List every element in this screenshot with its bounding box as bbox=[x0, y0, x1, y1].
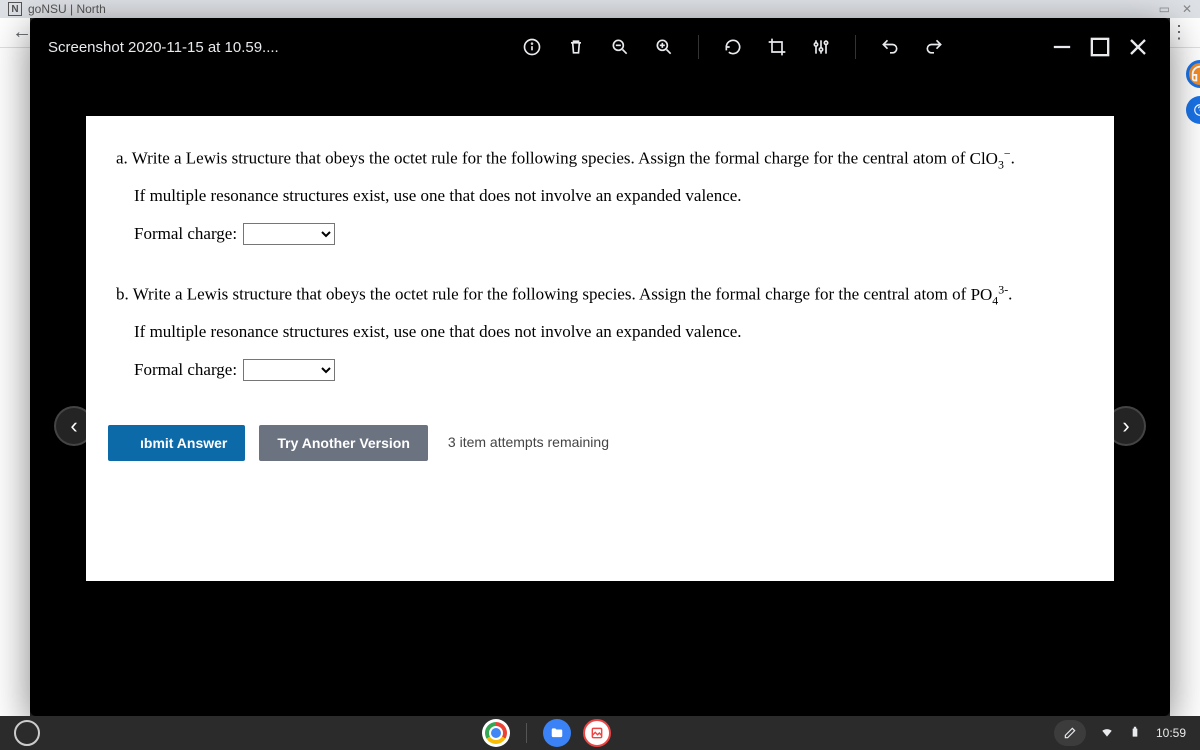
question-a-label: a. bbox=[116, 149, 128, 168]
delete-button[interactable] bbox=[558, 29, 594, 65]
files-app-icon[interactable] bbox=[543, 719, 571, 747]
question-b-line2: If multiple resonance structures exist, … bbox=[134, 316, 1084, 348]
action-buttons: ıbmit Answer Try Another Version 3 item … bbox=[136, 425, 1084, 461]
clock[interactable]: 10:59 bbox=[1156, 726, 1186, 740]
browser-tab-bar: N goNSU | North ▭ ✕ bbox=[0, 0, 1200, 18]
image-viewer: Screenshot 2020-11-15 at 10.59.... bbox=[30, 18, 1170, 716]
question-a-line2: If multiple resonance structures exist, … bbox=[134, 180, 1084, 212]
chrome-app-icon[interactable] bbox=[482, 719, 510, 747]
formula-po4: PO43- bbox=[971, 285, 1009, 304]
try-another-button[interactable]: Try Another Version bbox=[259, 425, 428, 461]
attempts-remaining: 3 item attempts remaining bbox=[448, 429, 609, 456]
adjust-button[interactable] bbox=[803, 29, 839, 65]
battery-icon[interactable] bbox=[1128, 725, 1142, 742]
formal-charge-select-b[interactable] bbox=[243, 359, 335, 381]
redo-button[interactable] bbox=[916, 29, 952, 65]
viewer-toolbar: Screenshot 2020-11-15 at 10.59.... bbox=[30, 18, 1170, 76]
tab-favicon: N bbox=[8, 2, 22, 16]
crop-button[interactable] bbox=[759, 29, 795, 65]
maximize-button[interactable] bbox=[1086, 33, 1114, 61]
screenshot-content: a. Write a Lewis structure that obeys th… bbox=[86, 116, 1114, 581]
launcher-button[interactable] bbox=[14, 720, 40, 746]
question-b-text: Write a Lewis structure that obeys the o… bbox=[129, 285, 971, 304]
back-button[interactable]: ← bbox=[12, 21, 32, 44]
viewer-body: ‹ › a. Write a Lewis structure that obey… bbox=[30, 76, 1170, 716]
viewer-filename: Screenshot 2020-11-15 at 10.59.... bbox=[48, 39, 279, 56]
undo-button[interactable] bbox=[872, 29, 908, 65]
tab-title[interactable]: goNSU | North bbox=[28, 2, 106, 16]
question-a: a. Write a Lewis structure that obeys th… bbox=[116, 142, 1084, 250]
chromeos-shelf: 10:59 bbox=[0, 716, 1200, 750]
zoom-out-button[interactable] bbox=[602, 29, 638, 65]
info-button[interactable] bbox=[514, 29, 550, 65]
minimize-button[interactable] bbox=[1048, 33, 1076, 61]
headset-badge[interactable] bbox=[1186, 60, 1200, 88]
formula-clo3: ClO3− bbox=[970, 149, 1011, 168]
window-restore-icon[interactable]: ▭ bbox=[1159, 2, 1170, 16]
wifi-icon[interactable] bbox=[1100, 725, 1114, 742]
close-button[interactable] bbox=[1124, 33, 1152, 61]
question-a-text: Write a Lewis structure that obeys the o… bbox=[128, 149, 970, 168]
gallery-app-icon[interactable] bbox=[583, 719, 611, 747]
browser-menu-button[interactable]: ⋮ bbox=[1170, 22, 1188, 43]
formal-charge-label-a: Formal charge: bbox=[134, 218, 237, 250]
zoom-in-button[interactable] bbox=[646, 29, 682, 65]
question-b-label: b. bbox=[116, 285, 129, 304]
browser-window-controls: ▭ ✕ bbox=[1159, 2, 1192, 16]
window-close-icon[interactable]: ✕ bbox=[1182, 2, 1192, 16]
help-badge[interactable] bbox=[1186, 96, 1200, 124]
stylus-button[interactable] bbox=[1054, 720, 1086, 746]
formal-charge-select-a[interactable] bbox=[243, 223, 335, 245]
question-b: b. Write a Lewis structure that obeys th… bbox=[116, 278, 1084, 386]
rotate-button[interactable] bbox=[715, 29, 751, 65]
formal-charge-label-b: Formal charge: bbox=[134, 354, 237, 386]
floating-badges bbox=[1186, 60, 1200, 124]
submit-answer-button[interactable]: ıbmit Answer bbox=[108, 425, 245, 461]
